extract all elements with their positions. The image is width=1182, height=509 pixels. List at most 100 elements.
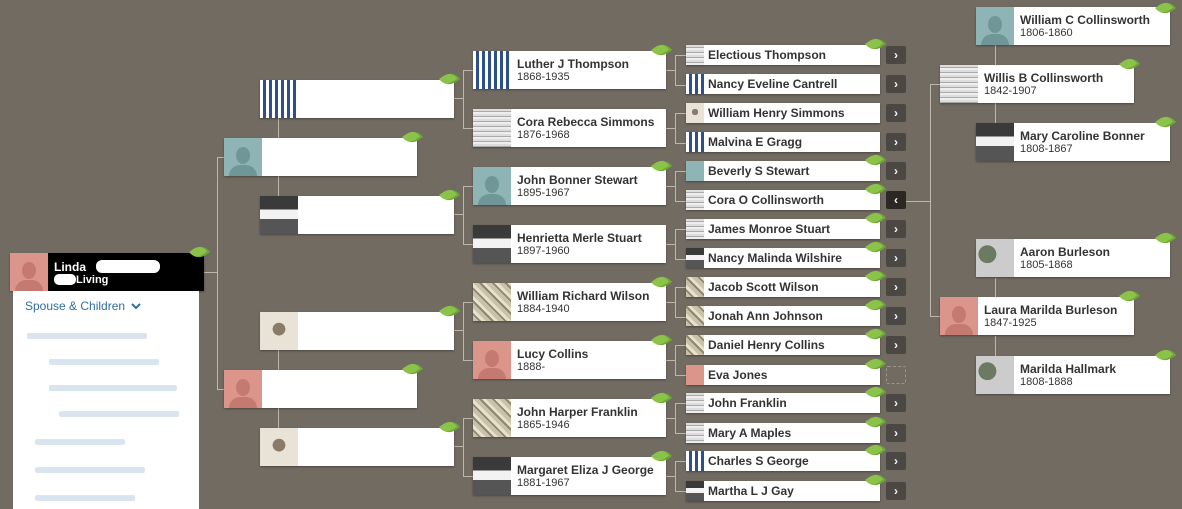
ancestor-card[interactable]: Laura Marilda Burleson 1847-1925 <box>940 297 1134 335</box>
expand-arrow-button[interactable]: › <box>886 162 906 180</box>
record-image-thumbnail <box>686 481 704 501</box>
grandparent-card[interactable] <box>260 196 454 234</box>
record-image-thumbnail <box>686 306 704 326</box>
blurred-entry <box>27 333 147 339</box>
redacted-birth <box>54 274 76 285</box>
person-dates: 1808-1867 <box>1020 143 1073 155</box>
blurred-entry <box>35 495 135 501</box>
ancestor-card-small[interactable]: Eva Jones <box>686 365 880 385</box>
collapse-arrow-button[interactable]: ‹ <box>886 191 906 209</box>
portrait-photo <box>260 312 298 350</box>
parent-card-mother[interactable] <box>224 370 417 408</box>
expand-arrow-button[interactable]: › <box>886 394 906 412</box>
person-dates: 1865-1946 <box>517 419 570 431</box>
ancestor-card[interactable]: William C Collinsworth 1806-1860 <box>976 7 1170 45</box>
person-name: John Harper Franklin <box>517 405 638 419</box>
record-image-thumbnail <box>686 393 704 413</box>
ancestor-card-small[interactable]: Martha L J Gay <box>686 481 880 501</box>
ancestor-card[interactable]: Henrietta Merle Stuart 1897-1960 <box>473 225 666 263</box>
root-first-name: Linda <box>54 260 86 274</box>
ancestor-card-small[interactable]: Daniel Henry Collins <box>686 335 880 355</box>
person-name: Daniel Henry Collins <box>708 338 825 352</box>
expand-arrow-button[interactable]: › <box>886 307 906 325</box>
person-name: Willis B Collinsworth <box>984 71 1104 85</box>
person-name: Margaret Eliza J George <box>517 463 654 477</box>
expand-arrow-button[interactable]: › <box>886 220 906 238</box>
ancestor-card[interactable]: Aaron Burleson 1805-1868 <box>976 239 1170 277</box>
person-name: James Monroe Stuart <box>708 222 831 236</box>
add-parent-placeholder[interactable] <box>886 366 906 384</box>
expand-arrow-button[interactable]: › <box>886 452 906 470</box>
root-status: Living <box>76 274 109 286</box>
ancestor-card[interactable]: Cora Rebecca Simmons 1876-1968 <box>473 109 666 147</box>
ancestor-card-small[interactable]: Electious Thompson <box>686 45 880 65</box>
grandparent-card[interactable] <box>260 312 454 350</box>
person-dates: 1884-1940 <box>517 303 570 315</box>
record-image-thumbnail <box>473 399 511 437</box>
person-silhouette-icon <box>224 370 262 408</box>
portrait-photo <box>260 428 298 466</box>
person-name: John Franklin <box>708 396 787 410</box>
person-name: Luther J Thompson <box>517 57 629 71</box>
person-dates: 1847-1925 <box>984 317 1037 329</box>
expand-arrow-button[interactable]: › <box>886 249 906 267</box>
ancestor-card-small[interactable]: Beverly S Stewart <box>686 161 880 181</box>
record-image-thumbnail <box>686 423 704 443</box>
parent-card-father[interactable] <box>224 138 417 176</box>
ancestor-card[interactable]: Willis B Collinsworth 1842-1907 <box>940 65 1134 103</box>
record-image-thumbnail <box>473 109 511 147</box>
person-name: William C Collinsworth <box>1020 13 1150 27</box>
person-name: Cora Rebecca Simmons <box>517 115 655 129</box>
person-dates: 1805-1868 <box>1020 259 1073 271</box>
ancestor-card[interactable]: Luther J Thompson 1868-1935 <box>473 51 666 89</box>
ancestor-card[interactable]: John Bonner Stewart 1895-1967 <box>473 167 666 205</box>
blurred-entry <box>59 411 179 417</box>
gravestone-photo <box>976 239 1014 277</box>
ancestor-card-small[interactable]: Nancy Eveline Cantrell <box>686 74 880 94</box>
ancestor-card[interactable]: Lucy Collins 1888- <box>473 341 666 379</box>
ancestor-card[interactable]: John Harper Franklin 1865-1946 <box>473 399 666 437</box>
ancestor-card-small[interactable]: Jonah Ann Johnson <box>686 306 880 326</box>
ancestor-card[interactable]: Margaret Eliza J George 1881-1967 <box>473 457 666 495</box>
root-person-card[interactable]: Linda Living <box>10 253 204 291</box>
ancestor-card-small[interactable]: William Henry Simmons <box>686 103 880 123</box>
ancestor-card-small[interactable]: John Franklin <box>686 393 880 413</box>
expand-arrow-button[interactable]: › <box>886 46 906 64</box>
record-image-thumbnail <box>686 451 704 471</box>
record-image-thumbnail <box>473 51 511 89</box>
ancestor-card-small[interactable]: Mary A Maples <box>686 423 880 443</box>
blurred-entry <box>49 385 177 391</box>
ancestor-card-small[interactable]: Charles S George <box>686 451 880 471</box>
grandparent-card[interactable] <box>260 428 454 466</box>
record-image-thumbnail <box>940 65 978 103</box>
person-name: Jonah Ann Johnson <box>708 309 823 323</box>
ancestor-card[interactable]: Marilda Hallmark 1808-1888 <box>976 356 1170 394</box>
ancestor-card[interactable]: Mary Caroline Bonner 1808-1867 <box>976 123 1170 161</box>
record-image-thumbnail <box>260 80 298 118</box>
person-dates: 1876-1968 <box>517 129 570 141</box>
ancestor-card-small[interactable]: James Monroe Stuart <box>686 219 880 239</box>
expand-arrow-button[interactable]: › <box>886 133 906 151</box>
grandparent-card[interactable] <box>260 80 454 118</box>
chevron-down-icon <box>131 303 142 310</box>
expand-arrow-button[interactable]: › <box>886 336 906 354</box>
record-image-thumbnail <box>473 225 511 263</box>
blurred-entry <box>35 467 145 473</box>
ancestor-card[interactable]: William Richard Wilson 1884-1940 <box>473 283 666 321</box>
person-dates: 1897-1960 <box>517 245 570 257</box>
person-dates: 1888- <box>517 361 546 373</box>
spouse-children-toggle[interactable]: Spouse & Children <box>25 299 142 313</box>
person-name: Mary A Maples <box>708 426 792 440</box>
person-name: Mary Caroline Bonner <box>1020 129 1145 143</box>
expand-arrow-button[interactable]: › <box>886 482 906 500</box>
record-image-thumbnail <box>686 190 704 210</box>
ancestor-card-small[interactable]: Nancy Malinda Wilshire <box>686 248 880 268</box>
ancestor-card-small[interactable]: Malvina E Gragg <box>686 132 880 152</box>
ancestor-card-small[interactable]: Jacob Scott Wilson <box>686 277 880 297</box>
expand-arrow-button[interactable]: › <box>886 104 906 122</box>
expand-arrow-button[interactable]: › <box>886 75 906 93</box>
expand-arrow-button[interactable]: › <box>886 424 906 442</box>
ancestor-card-small[interactable]: Cora O Collinsworth <box>686 190 880 210</box>
person-name: Charles S George <box>708 454 809 468</box>
expand-arrow-button[interactable]: › <box>886 278 906 296</box>
